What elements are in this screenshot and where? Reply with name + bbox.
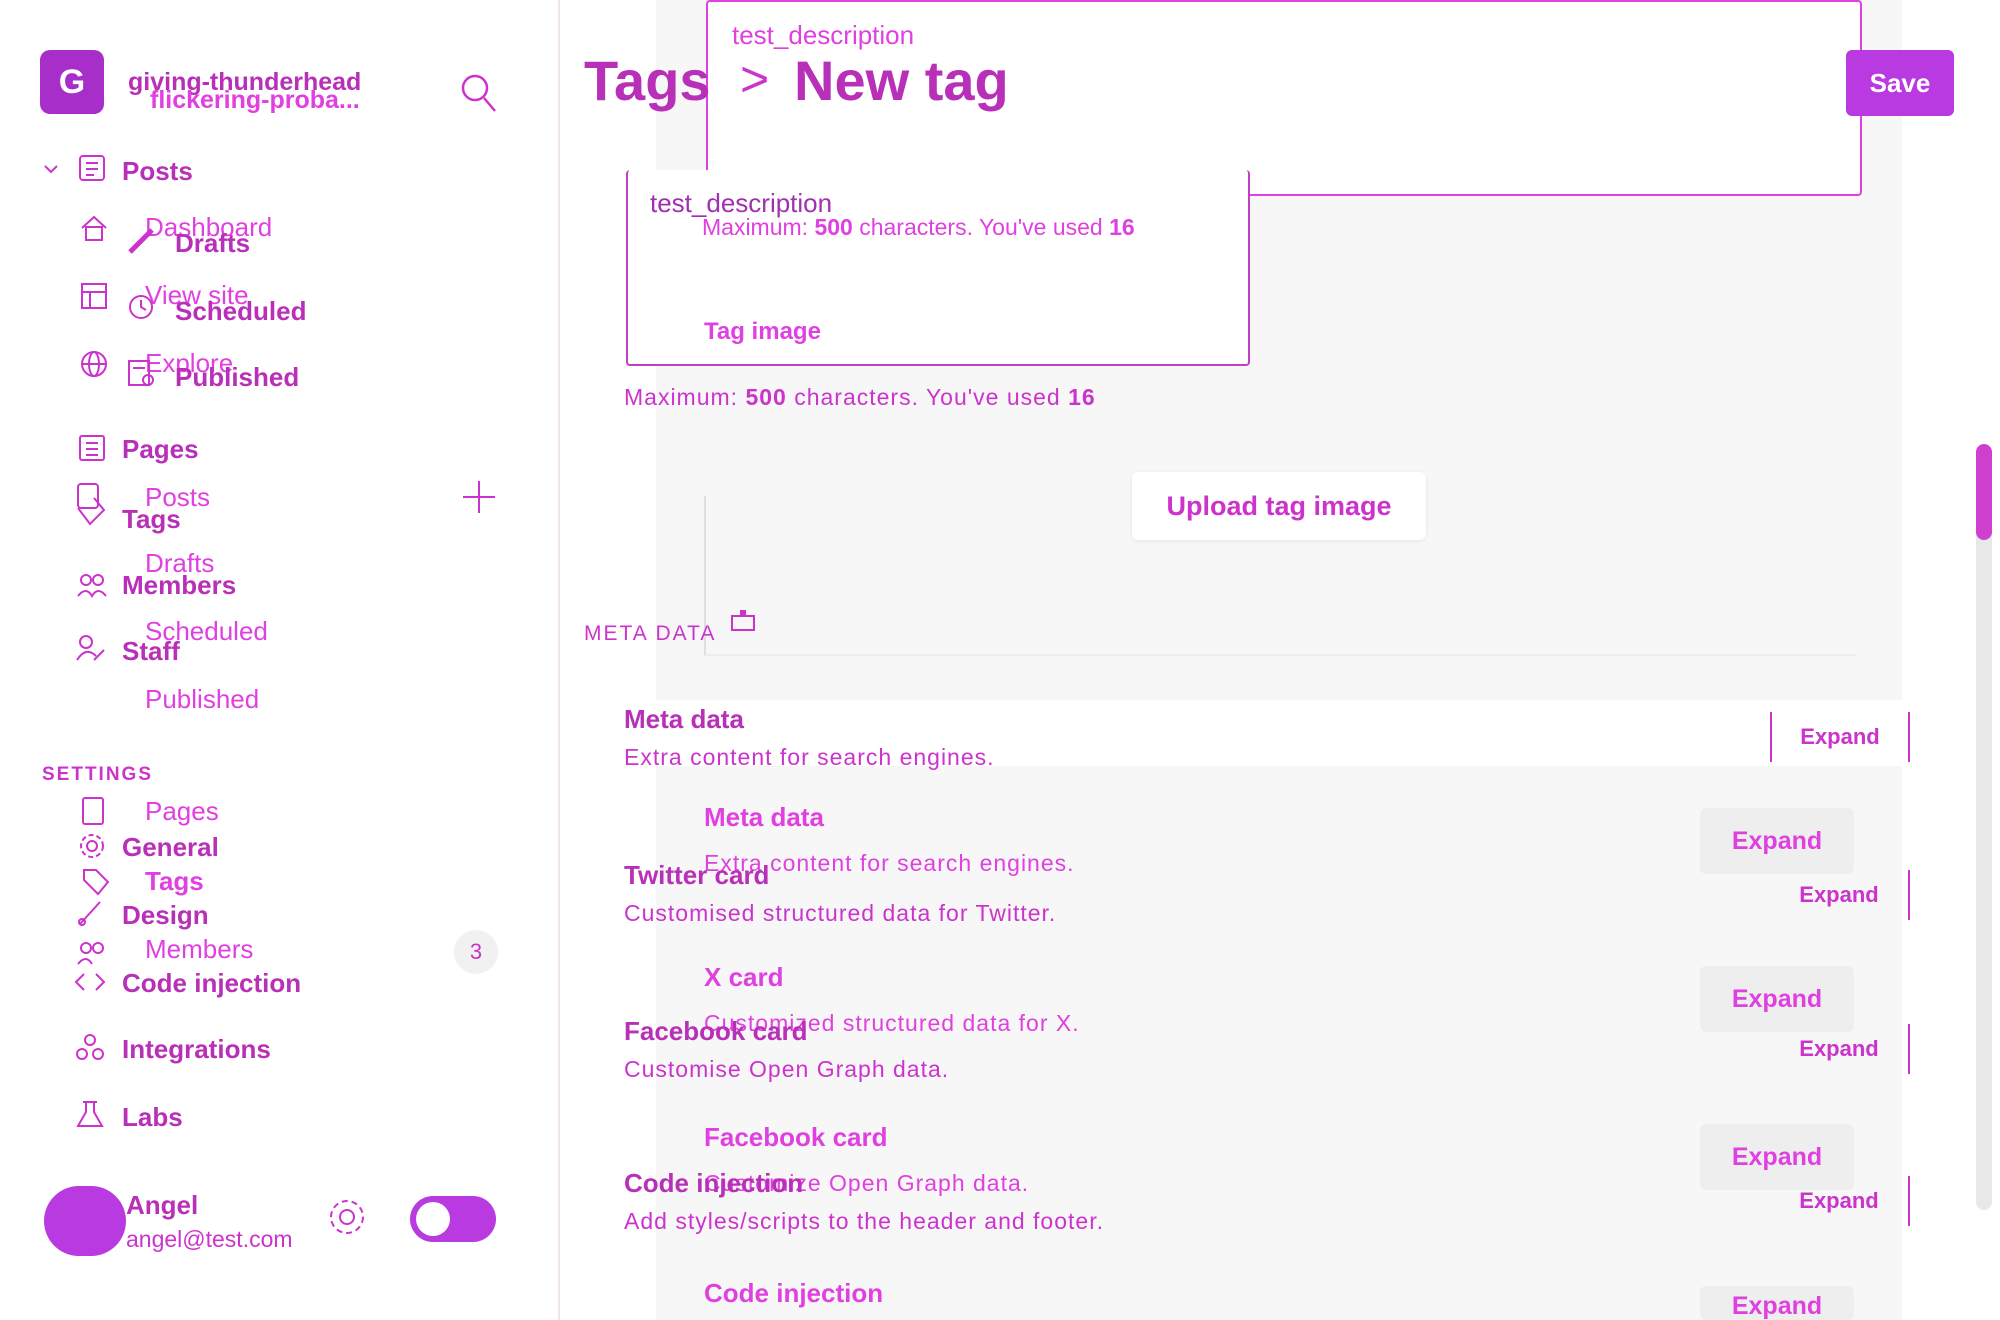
integrations-icon	[74, 1032, 106, 1064]
twitter-row-title: Twitter card	[624, 860, 770, 890]
sidebar-item-integrations[interactable]: Integrations	[122, 1034, 271, 1065]
sidebar-item-code-injection[interactable]: Code injection	[122, 968, 301, 999]
ghost-facebook-title: Facebook card	[704, 1122, 888, 1152]
sidebar: G giving-thunderhead flickering-proba...…	[0, 0, 560, 1320]
code-icon	[74, 966, 106, 998]
layout-icon	[78, 280, 110, 312]
settings-heading: SETTINGS	[42, 764, 154, 785]
ghost-meta-title: Meta data	[704, 802, 824, 832]
tag-icon	[74, 480, 110, 528]
ghost-char-hint: Maximum: 500 characters. You've used 16	[702, 214, 1135, 240]
toggle-knob	[416, 1202, 450, 1236]
code-injection-expand-button[interactable]: Expand	[1770, 1176, 1910, 1226]
pages-icon	[76, 432, 108, 464]
facebook-row-subtitle: Customise Open Graph data.	[624, 1056, 950, 1082]
add-tag-icon[interactable]	[460, 478, 498, 516]
home-icon	[78, 212, 110, 244]
twitter-expand-button[interactable]: Expand	[1770, 870, 1910, 920]
members-icon	[76, 568, 108, 600]
sidebar-item-scheduled[interactable]: Scheduled	[175, 296, 306, 327]
sidebar-item-members[interactable]: Members	[122, 570, 236, 601]
chevron-down-icon[interactable]	[42, 160, 60, 178]
ghost-members: Members	[145, 934, 254, 964]
user-name: Angel	[126, 1190, 199, 1220]
ghost-published: Published	[145, 684, 260, 714]
scrollbar-thumb[interactable]	[1976, 444, 1992, 540]
meta-row-title: Meta data	[624, 704, 744, 734]
breadcrumb-separator: >	[740, 51, 770, 107]
sidebar-item-posts[interactable]: Posts	[122, 156, 193, 187]
meta-section-heading: META DATA	[584, 622, 717, 645]
sidebar-item-labs[interactable]: Labs	[122, 1102, 183, 1133]
pencil-icon	[126, 226, 156, 256]
ghost-x-card-expand: Expand	[1700, 966, 1854, 1032]
sidebar-item-staff[interactable]: Staff	[122, 636, 180, 667]
dark-mode-toggle[interactable]	[410, 1196, 496, 1242]
gear-icon	[76, 830, 108, 862]
breadcrumb-root[interactable]: Tags	[584, 48, 711, 113]
globe-icon	[78, 348, 110, 380]
sidebar-item-drafts[interactable]: Drafts	[175, 228, 250, 259]
char-count-hint: Maximum: 500 characters. You've used 16	[624, 384, 1096, 410]
ghost-x-card-title: X card	[704, 962, 784, 992]
avatar[interactable]	[44, 1186, 126, 1256]
code-injection-row-title: Code injection	[624, 1168, 804, 1198]
ghost-meta-expand: Expand	[1700, 808, 1854, 874]
ghost-code-injection-title: Code injection	[704, 1278, 884, 1308]
site-title-ghost: flickering-proba...	[150, 86, 360, 114]
save-button[interactable]: Save	[1846, 50, 1954, 116]
staff-icon	[74, 632, 106, 664]
ghost-pages: Pages	[145, 796, 219, 826]
upload-tag-image-button[interactable]: Upload tag image	[1132, 472, 1426, 540]
meta-expand-button[interactable]: Expand	[1770, 712, 1910, 762]
members-ghost-icon	[76, 936, 108, 968]
clock-icon	[126, 292, 156, 322]
sidebar-item-general[interactable]: General	[122, 832, 219, 863]
facebook-expand-button[interactable]: Expand	[1770, 1024, 1910, 1074]
meta-row-subtitle: Extra content for search engines.	[624, 744, 995, 770]
flask-icon	[74, 1098, 106, 1130]
facebook-row-title: Facebook card	[624, 1016, 808, 1046]
posts-icon	[76, 152, 108, 184]
ghost-code-injection-expand: Expand	[1700, 1286, 1854, 1320]
brush-icon	[74, 896, 106, 928]
page-ghost-icon	[80, 796, 106, 826]
tag-ghost-icon	[80, 866, 112, 898]
user-email: angel@test.com	[126, 1226, 293, 1252]
published-icon	[126, 358, 156, 388]
ghost-description-text: test_description	[732, 20, 915, 50]
settings-gear-icon[interactable]	[326, 1196, 368, 1238]
sidebar-item-tags[interactable]: Tags	[122, 504, 181, 535]
scrollbar-track[interactable]	[1976, 444, 1992, 1210]
members-count-badge: 3	[454, 930, 498, 974]
site-logo[interactable]: G	[40, 50, 104, 114]
ghost-tag-image-label: Tag image	[704, 318, 821, 345]
code-injection-row-subtitle: Add styles/scripts to the header and foo…	[624, 1208, 1104, 1234]
ghost-tags: Tags	[145, 866, 204, 896]
sidebar-item-published[interactable]: Published	[175, 362, 299, 393]
sidebar-item-design[interactable]: Design	[122, 900, 209, 931]
ghost-image-icon	[730, 608, 756, 634]
sidebar-item-pages[interactable]: Pages	[122, 434, 199, 465]
twitter-row-subtitle: Customised structured data for Twitter.	[624, 900, 1057, 926]
page-title: New tag	[794, 49, 1009, 112]
search-icon[interactable]	[458, 68, 498, 116]
